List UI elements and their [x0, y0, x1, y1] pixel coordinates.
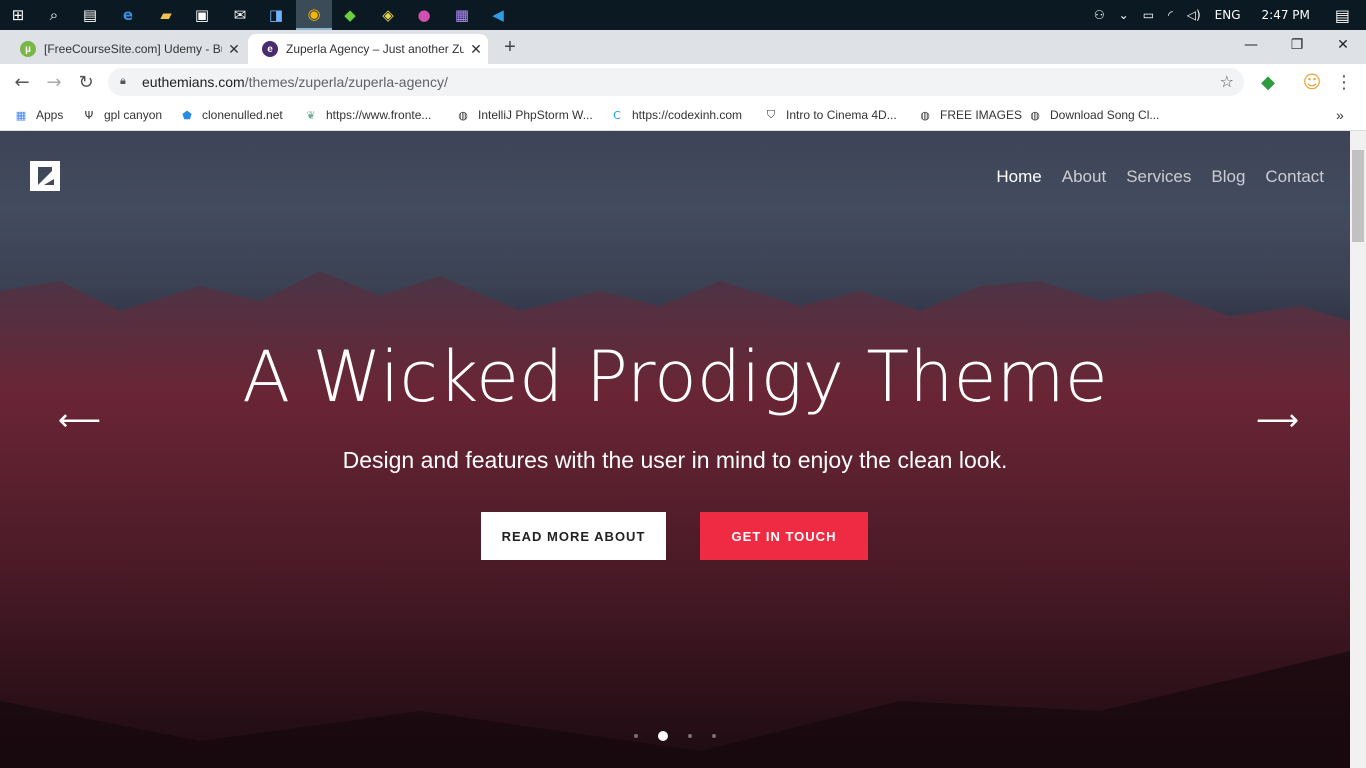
fork-icon: Ψ — [84, 108, 94, 122]
address-bar[interactable]: 🔒︎ euthemians.com/themes/zuperla/zuperla… — [108, 68, 1244, 96]
close-tab-icon[interactable]: ✕ — [226, 41, 242, 58]
tab-title: [FreeCourseSite.com] Udemy - Bu — [44, 42, 222, 56]
profile-avatar[interactable]: ☺ — [1300, 70, 1324, 94]
globe-icon: ◍ — [1030, 108, 1040, 122]
bookmark-free-images[interactable]: ◍ FREE IMAGES — [918, 106, 1022, 124]
store-icon[interactable]: ▣ — [190, 3, 214, 27]
chevron-up-icon[interactable]: ⌄ — [1119, 8, 1129, 22]
shield-icon: ⬟ — [182, 108, 192, 122]
nav-about[interactable]: About — [1062, 167, 1106, 187]
bookmark-gpl-canyon[interactable]: Ψgpl canyon — [82, 106, 162, 124]
bookmark-download-song[interactable]: ◍ Download Song Cl... — [1028, 106, 1159, 124]
shield-dark-icon: ⛉ — [766, 108, 776, 121]
utorrent-icon: µ — [20, 41, 36, 57]
phpstorm-icon[interactable]: ▦ — [450, 3, 474, 27]
reload-button[interactable]: ↻ — [74, 70, 98, 94]
hero-section: Home About Services Blog Contact ⟵ ⟶ A W… — [0, 131, 1350, 768]
minimize-button[interactable]: — — [1228, 30, 1274, 60]
lock-icon[interactable]: 🔒︎ — [120, 74, 130, 88]
tab-zuperla[interactable]: e Zuperla Agency – Just another Zu ✕ — [248, 34, 488, 64]
file-explorer-icon[interactable]: ▰ — [154, 3, 178, 27]
slider-dot[interactable] — [688, 734, 692, 738]
volume-icon[interactable]: ◁) — [1187, 8, 1201, 22]
clock[interactable]: 2:47 PM — [1262, 8, 1310, 22]
bookmark-apps[interactable]: ▦ Apps — [14, 106, 64, 124]
bookmark-frontend[interactable]: ❦ https://www.fronte... — [304, 106, 431, 124]
vscode-icon[interactable]: ◀ — [486, 3, 510, 27]
globe-icon: ◍ — [920, 108, 930, 122]
bookmark-intellij[interactable]: ◍ IntelliJ PhpStorm W... — [456, 106, 593, 124]
language-indicator[interactable]: ENG — [1215, 8, 1241, 22]
close-window-button[interactable]: ✕ — [1320, 30, 1366, 60]
wifi-icon[interactable]: ◜ — [1168, 8, 1173, 22]
get-in-touch-button[interactable]: GET IN TOUCH — [700, 512, 868, 560]
close-tab-icon[interactable]: ✕ — [468, 41, 484, 58]
tab-strip: µ [FreeCourseSite.com] Udemy - Bu ✕ e Zu… — [0, 30, 1366, 64]
windows-start-icon[interactable]: ⊞ — [6, 3, 30, 27]
leaf-icon: ❦ — [306, 108, 316, 122]
bookmark-cinema4d[interactable]: ⛉ Intro to Cinema 4D... — [764, 106, 897, 124]
c-logo-icon: C — [613, 108, 621, 122]
globe-icon: ◍ — [458, 108, 468, 122]
url-text[interactable]: euthemians.com/themes/zuperla/zuperla-ag… — [142, 74, 448, 90]
e-favicon-icon: e — [262, 41, 278, 57]
slider-dot[interactable] — [712, 734, 716, 738]
site-nav: Home About Services Blog Contact — [996, 167, 1324, 187]
bookmark-clonenulled[interactable]: ⬟ clonenulled.net — [180, 106, 283, 124]
app-diamond-icon[interactable]: ◈ — [376, 3, 400, 27]
windows-taskbar: ⊞ ⌕ ▤ e ▰ ▣ ✉ ◨ ◉ ◆ ◈ ● ▦ ◀ ⚇ ⌄ ▭ ◜ ◁) E… — [0, 0, 1366, 30]
back-button[interactable]: ← — [10, 70, 34, 94]
nav-contact[interactable]: Contact — [1265, 167, 1324, 187]
mail-icon[interactable]: ✉ — [228, 3, 252, 27]
menu-kebab-icon[interactable]: ⋮ — [1332, 70, 1356, 94]
new-tab-button[interactable]: + — [500, 34, 520, 60]
slider-pagination — [0, 731, 1350, 741]
bookmarks-overflow-icon[interactable]: » — [1336, 106, 1344, 124]
scrollbar-thumb[interactable] — [1352, 150, 1364, 242]
restore-button[interactable]: ❐ — [1274, 30, 1320, 60]
edge-icon[interactable]: e — [116, 3, 140, 27]
tab-udemy[interactable]: µ [FreeCourseSite.com] Udemy - Bu ✕ — [6, 34, 246, 64]
apps-grid-icon: ▦ — [15, 108, 27, 122]
site-logo[interactable] — [30, 161, 60, 191]
system-tray: ⚇ ⌄ ▭ ◜ ◁) ENG 2:47 PM ▤ — [1087, 0, 1366, 30]
nav-home[interactable]: Home — [996, 167, 1041, 187]
hero-title: A Wicked Prodigy Theme — [242, 336, 1108, 418]
read-more-button[interactable]: READ MORE ABOUT — [481, 512, 666, 560]
slider-dot[interactable] — [634, 734, 638, 738]
slider-dot[interactable] — [658, 731, 668, 741]
task-view-icon[interactable]: ▤ — [78, 3, 102, 27]
chrome-icon[interactable]: ◉ — [296, 0, 332, 30]
bookmark-star-icon[interactable]: ☆ — [1220, 72, 1234, 91]
extension-icon[interactable]: ◆ — [1256, 70, 1280, 94]
tab-title: Zuperla Agency – Just another Zu — [286, 42, 464, 56]
browser-toolbar: ← → ↻ 🔒︎ euthemians.com/themes/zuperla/z… — [0, 64, 1366, 100]
forward-button[interactable]: → — [42, 70, 66, 94]
app-circle-icon[interactable]: ● — [412, 3, 436, 27]
bookmarks-bar: ▦ Apps Ψgpl canyon ⬟ clonenulled.net ❦ http… — [0, 100, 1366, 131]
bookmark-codexinh[interactable]: Chttps://codexinh.com — [610, 106, 742, 124]
app-leaf-icon[interactable]: ◆ — [338, 3, 362, 27]
search-icon[interactable]: ⌕ — [42, 3, 66, 27]
nav-services[interactable]: Services — [1126, 167, 1191, 187]
battery-icon[interactable]: ▭ — [1143, 8, 1154, 22]
people-icon[interactable]: ⚇ — [1094, 8, 1105, 22]
app-icon[interactable]: ◨ — [264, 3, 288, 27]
notifications-icon[interactable]: ▤ — [1335, 6, 1350, 25]
nav-blog[interactable]: Blog — [1211, 167, 1245, 187]
hero-subtitle: Design and features with the user in min… — [342, 447, 1008, 473]
